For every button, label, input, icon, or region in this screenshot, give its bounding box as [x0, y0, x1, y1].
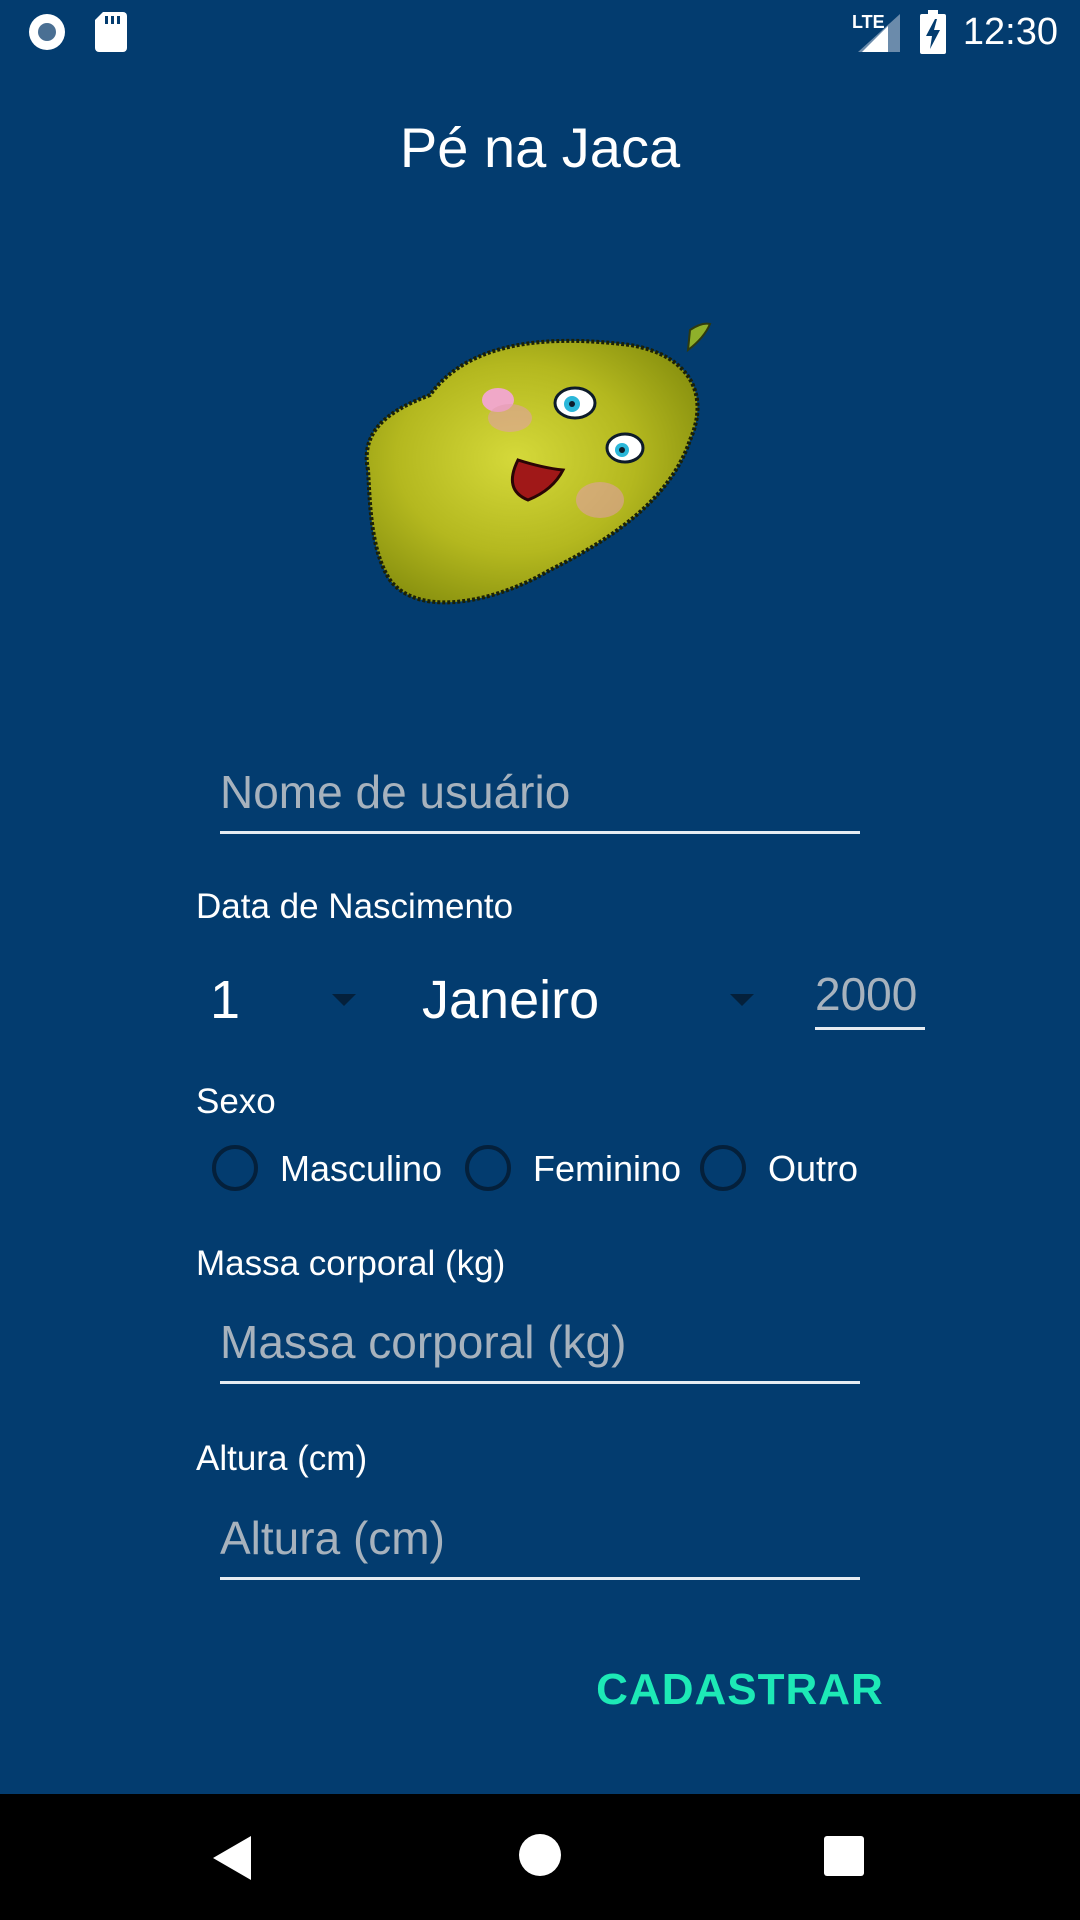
radio-feminino[interactable]: Feminino [463, 1143, 693, 1195]
chevron-down-icon [730, 994, 754, 1006]
sd-card-icon [95, 12, 127, 52]
height-label: Altura (cm) [196, 1439, 368, 1478]
status-bar: LTE 12:30 [0, 0, 1080, 63]
register-button[interactable]: CADASTRAR [590, 1660, 890, 1720]
weight-label: Massa corporal (kg) [196, 1244, 506, 1283]
recents-icon[interactable] [824, 1836, 864, 1876]
signal-icon [858, 14, 900, 52]
height-field[interactable] [220, 1506, 860, 1580]
birth-year-field[interactable] [815, 960, 925, 1030]
birthdate-label: Data de Nascimento [196, 887, 514, 926]
sex-label: Sexo [196, 1082, 276, 1121]
weight-field[interactable] [220, 1310, 860, 1384]
month-spinner[interactable]: Janeiro [410, 965, 770, 1035]
radio-masculino[interactable]: Masculino [210, 1143, 450, 1195]
home-icon[interactable] [519, 1834, 561, 1876]
record-icon [29, 14, 65, 50]
day-value: 1 [210, 970, 241, 1030]
month-value: Janeiro [422, 970, 600, 1030]
day-spinner[interactable]: 1 [196, 965, 366, 1035]
radio-circle[interactable] [700, 1145, 746, 1191]
radio-circle[interactable] [465, 1145, 511, 1191]
status-time: 12:30 [962, 11, 1058, 53]
username-field[interactable] [220, 760, 860, 834]
jackfruit-mascot [364, 322, 712, 605]
page-title: Pé na Jaca [399, 116, 681, 179]
chevron-down-icon [332, 994, 356, 1006]
radio-outro[interactable]: Outro [698, 1143, 878, 1195]
back-icon[interactable] [213, 1836, 251, 1880]
radio-label-feminino: Feminino [533, 1148, 682, 1189]
radio-circle[interactable] [212, 1145, 258, 1191]
battery-charging-icon [920, 10, 946, 54]
radio-label-masculino: Masculino [280, 1148, 443, 1189]
radio-label-outro: Outro [768, 1148, 859, 1189]
